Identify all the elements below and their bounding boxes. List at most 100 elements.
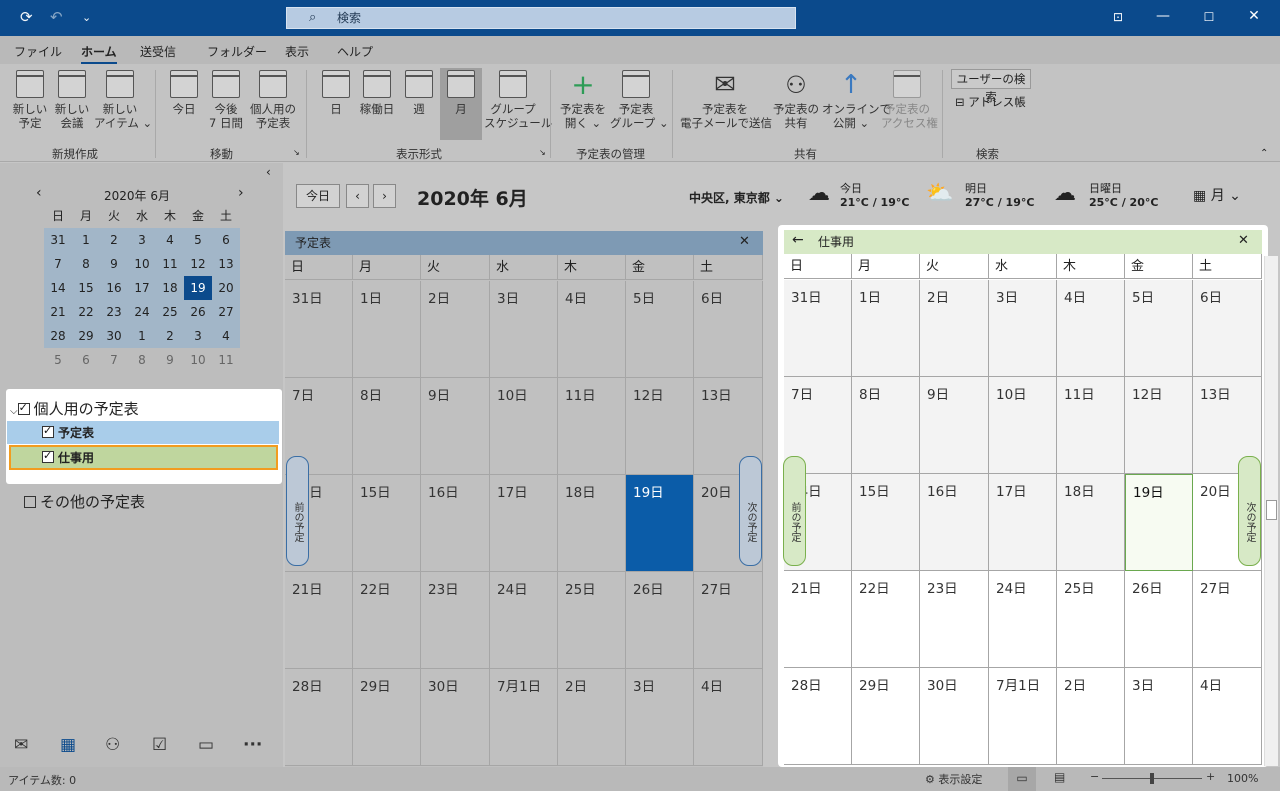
day-cell[interactable]: 5日 [1125,280,1193,377]
day-cell[interactable]: 11日 [558,378,626,475]
mini-calendar-day[interactable]: 13 [212,252,240,276]
checkbox[interactable] [17,401,30,415]
day-cell[interactable]: 9日 [920,377,989,474]
ribbon-display-icon[interactable]: ⊡ [1108,10,1128,24]
people-icon[interactable]: ⚇ [105,735,120,755]
day-cell[interactable]: 24日 [490,572,558,669]
next-7-days-button[interactable]: 今後 7 日間 [204,70,248,130]
mini-calendar-day[interactable]: 3 [128,228,156,252]
calendar-nav-icon[interactable]: ▦ [60,735,76,755]
day-cell[interactable]: 1日 [353,281,421,378]
calendar-permissions-button[interactable]: 予定表の アクセス権 [881,70,938,130]
mini-calendar-day[interactable]: 26 [184,300,212,324]
day-cell[interactable]: 7月1日 [989,668,1057,765]
today-nav-button[interactable]: 今日 [296,184,340,208]
mini-calendar-day[interactable]: 1 [72,228,100,252]
folder-icon[interactable]: ▭ [198,735,214,755]
day-cell[interactable]: 5日 [626,281,694,378]
mini-calendar-day[interactable]: 17 [128,276,156,300]
tasks-icon[interactable]: ☑ [152,735,167,755]
prev-button[interactable]: ‹ [346,184,369,208]
month-view-button[interactable]: 月 [440,68,482,140]
day-cell[interactable]: 2日 [920,280,989,377]
day-cell[interactable]: 31日 [784,280,852,377]
mini-calendar-day[interactable]: 8 [128,348,156,372]
day-cell[interactable]: 4日 [694,669,763,766]
new-items-button[interactable]: 新しい アイテム ⌄ [94,70,152,130]
tab-view[interactable]: 表示 [285,43,309,60]
calendar-item-work[interactable]: 仕事用 [9,445,278,470]
mini-calendar-day[interactable]: 15 [72,276,100,300]
mail-icon[interactable]: ✉ [14,735,28,755]
undo-icon[interactable]: ↶ [50,8,63,26]
mini-calendar-day[interactable]: 7 [100,348,128,372]
collapse-ribbon-icon[interactable]: ⌃ [1260,148,1268,159]
day-cell[interactable]: 3日 [989,280,1057,377]
mini-calendar-day[interactable]: 10 [184,348,212,372]
mini-calendar-day[interactable]: 14 [44,276,72,300]
mini-calendar-day[interactable]: 8 [72,252,100,276]
mini-calendar-day[interactable]: 24 [128,300,156,324]
day-cell[interactable]: 4日 [1193,668,1262,765]
day-cell[interactable]: 12日 [1125,377,1193,474]
day-cell[interactable]: 6日 [1193,280,1262,377]
scrollbar-thumb[interactable] [1266,500,1277,520]
day-cell[interactable]: 7月1日 [490,669,558,766]
mini-calendar-day[interactable]: 28 [44,324,72,348]
mini-calendar-day[interactable]: 5 [44,348,72,372]
mini-calendar-day[interactable]: 18 [156,276,184,300]
dialog-launcher-icon[interactable]: ↘ [539,148,546,157]
address-book-button[interactable]: ⊟ アドレス帳 [955,94,1026,110]
day-cell[interactable]: 2日 [1057,668,1125,765]
tab-help[interactable]: ヘルプ [337,43,373,60]
back-arrow-icon[interactable]: ← [792,232,804,248]
personal-calendar-button[interactable]: 個人用の 予定表 [248,70,298,130]
zoom-slider[interactable] [1102,773,1202,784]
day-cell[interactable]: 23日 [421,572,490,669]
tab-file[interactable]: ファイル [14,43,62,60]
scrollbar[interactable] [1264,256,1278,766]
day-cell[interactable]: 16日 [920,474,989,571]
tab-folder[interactable]: フォルダー [207,43,267,60]
day-cell[interactable]: 15日 [353,475,421,572]
day-cell[interactable]: 16日 [421,475,490,572]
close-icon[interactable]: ✕ [739,234,750,249]
day-cell[interactable]: 2日 [421,281,490,378]
mini-calendar-day[interactable]: 23 [100,300,128,324]
day-cell[interactable]: 17日 [989,474,1057,571]
day-cell[interactable]: 9日 [421,378,490,475]
day-cell[interactable]: 10日 [490,378,558,475]
new-meeting-button[interactable]: 新しい 会議 [52,70,92,130]
mini-calendar-day[interactable]: 21 [44,300,72,324]
day-cell[interactable]: 27日 [1193,571,1262,668]
next-appointment-tab[interactable]: 次の予定 [1238,456,1261,566]
day-cell[interactable]: 10日 [989,377,1057,474]
mini-calendar-day[interactable]: 16 [100,276,128,300]
day-cell[interactable]: 8日 [353,378,421,475]
day-cell[interactable]: 28日 [285,669,353,766]
mini-calendar-day[interactable]: 12 [184,252,212,276]
day-cell[interactable]: 19日 [1125,474,1193,571]
day-cell[interactable]: 31日 [285,281,353,378]
day-cell[interactable]: 3日 [1125,668,1193,765]
work-week-button[interactable]: 稼働日 [356,70,398,116]
mini-calendar-day[interactable]: 7 [44,252,72,276]
mini-calendar-day[interactable]: 6 [212,228,240,252]
day-cell[interactable]: 6日 [694,281,763,378]
publish-online-button[interactable]: ↑ オンラインで 公開 ⌄ [822,70,891,130]
close-button[interactable]: ✕ [1244,8,1264,24]
mini-calendar-day[interactable]: 5 [184,228,212,252]
day-cell[interactable]: 28日 [784,668,852,765]
day-cell[interactable]: 18日 [1057,474,1125,571]
search-people-input[interactable]: ユーザーの検索 [951,69,1031,104]
sync-icon[interactable]: ⟳ [20,8,33,26]
customize-qat-icon[interactable]: ⌄ [82,11,91,24]
mini-calendar-day[interactable]: 9 [100,252,128,276]
day-cell[interactable]: 3日 [626,669,694,766]
day-cell[interactable]: 17日 [490,475,558,572]
schedule-view-button[interactable]: グループ スケジュール [484,70,552,130]
reading-view-icon[interactable]: ▤ [1054,770,1065,784]
dialog-launcher-icon[interactable]: ↘ [293,148,300,157]
next-appointment-tab[interactable]: 次の予定 [739,456,762,566]
mini-calendar-day[interactable]: 2 [100,228,128,252]
